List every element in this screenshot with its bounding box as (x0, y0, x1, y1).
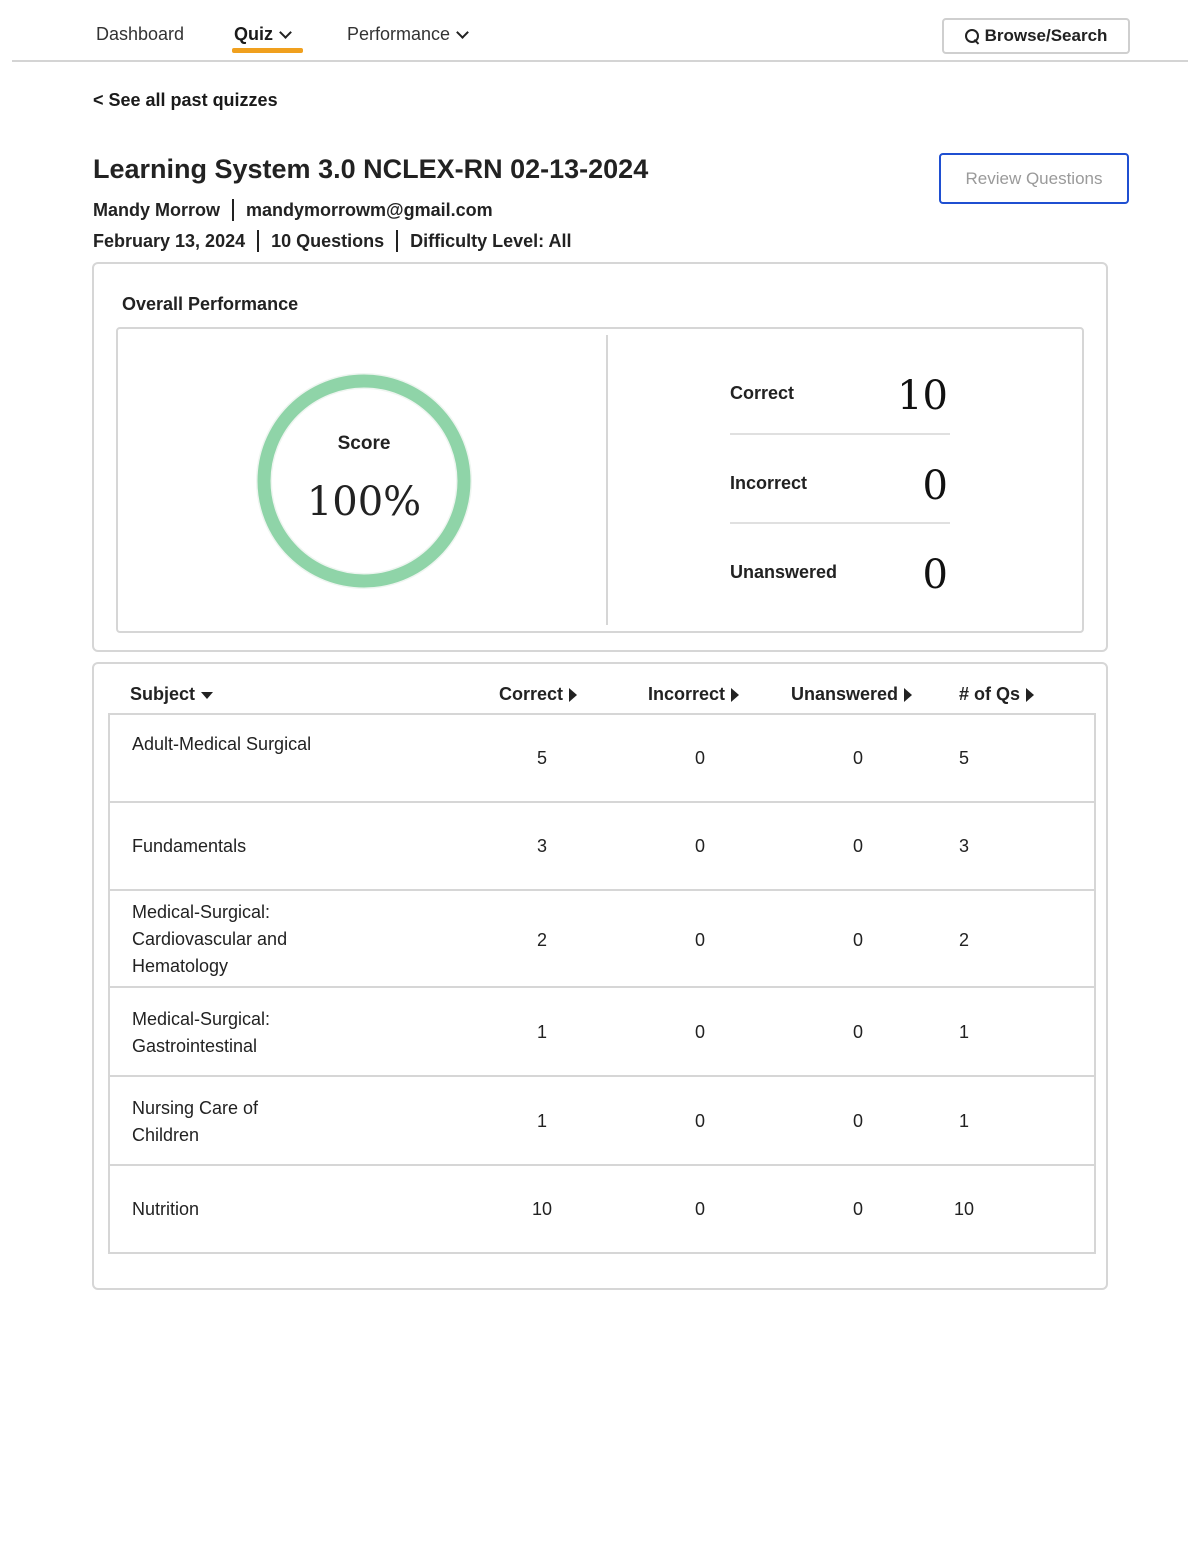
incorrect-label: Incorrect (730, 473, 808, 493)
quiz-question-count: 10 Questions (271, 230, 385, 251)
user-info: Mandy Morrow mandymorrowm@gmail.com (93, 199, 493, 221)
correct-cell: 1 (536, 1022, 547, 1042)
correct-stat: Correct 10 (730, 365, 950, 425)
column-header-correct-label: Correct (499, 684, 564, 704)
incorrect-cell: 0 (694, 836, 705, 856)
unanswered-cell: 0 (852, 1111, 863, 1131)
nav-performance-label: Performance (347, 24, 451, 44)
incorrect-cell: 0 (694, 1111, 705, 1131)
nav-dashboard-label: Dashboard (96, 24, 185, 44)
incorrect-cell: 0 (694, 930, 705, 950)
correct-cell: 5 (536, 748, 547, 768)
column-header-subject-label: Subject (130, 684, 196, 704)
browse-search-label: Browse/Search (984, 26, 1108, 45)
chevron-down-icon (279, 25, 292, 39)
subject-cell: Nursing Care of Children (132, 1098, 259, 1145)
table-row: Adult-Medical Surgical 5 0 0 5 (110, 715, 1094, 803)
subject-cell: Medical-Surgical: Gastrointestinal (132, 1009, 271, 1056)
active-tab-indicator (232, 48, 303, 53)
overall-performance-card: Overall Performance Score 100% Correct 1… (92, 262, 1108, 652)
incorrect-cell: 0 (694, 1199, 705, 1219)
unanswered-stat: Unanswered 0 (730, 544, 950, 604)
column-header-num-qs[interactable]: # of Qs (959, 684, 1035, 705)
table-row: Fundamentals 3 0 0 3 (110, 803, 1094, 891)
user-name: Mandy Morrow (93, 199, 221, 220)
column-header-unanswered-label: Unanswered (791, 684, 899, 704)
sort-icon (569, 687, 578, 702)
column-header-correct[interactable]: Correct (499, 684, 578, 705)
correct-value: 10 (897, 373, 948, 419)
subject-cell: Fundamentals (132, 836, 247, 856)
chevron-down-icon (456, 25, 469, 39)
correct-cell: 1 (536, 1111, 547, 1131)
unanswered-cell: 0 (852, 930, 863, 950)
score-value: 100% (306, 479, 422, 525)
quiz-difficulty: Difficulty Level: All (410, 230, 572, 251)
unanswered-value: 0 (922, 552, 948, 598)
see-all-past-quizzes-link[interactable]: < See all past quizzes (93, 90, 278, 111)
quiz-info: February 13, 2024 10 Questions Difficult… (93, 230, 572, 252)
subject-cell: Adult-Medical Surgical (132, 734, 312, 754)
nav-performance[interactable]: Performance (347, 24, 469, 45)
incorrect-stat: Incorrect 0 (730, 455, 950, 515)
column-header-unanswered[interactable]: Unanswered (791, 684, 913, 705)
unanswered-cell: 0 (852, 1022, 863, 1042)
incorrect-value: 0 (922, 463, 948, 509)
search-icon (964, 29, 979, 43)
quiz-date: February 13, 2024 (93, 230, 246, 251)
correct-label: Correct (730, 383, 795, 403)
overall-performance-title: Overall Performance (122, 294, 299, 314)
review-questions-button[interactable]: Review Questions (939, 153, 1129, 204)
score-label: Score (337, 433, 391, 454)
nav-quiz-label: Quiz (234, 24, 273, 44)
subject-cell: Nutrition (132, 1199, 200, 1219)
subject-cell: Medical-Surgical: Cardiovascular and Hem… (132, 902, 288, 976)
vertical-divider (606, 335, 608, 625)
divider (257, 230, 260, 252)
column-header-subject[interactable]: Subject (130, 684, 214, 705)
nav-dashboard[interactable]: Dashboard (96, 24, 184, 45)
unanswered-cell: 0 (852, 1199, 863, 1219)
correct-cell: 2 (536, 930, 547, 950)
divider (396, 230, 399, 252)
column-header-num-qs-label: # of Qs (959, 684, 1021, 704)
performance-summary: Score 100% Correct 10 Incorrect 0 Unansw… (116, 327, 1084, 633)
sort-icon (904, 687, 913, 702)
top-navigation: Dashboard Quiz Performance Browse/Search (12, 0, 1188, 62)
browse-search-button[interactable]: Browse/Search (942, 18, 1130, 54)
page-title: Learning System 3.0 NCLEX-RN 02-13-2024 (93, 154, 649, 184)
num-qs-cell: 1 (958, 1022, 969, 1042)
column-header-incorrect-label: Incorrect (648, 684, 726, 704)
num-qs-cell: 1 (958, 1111, 969, 1131)
subject-breakdown-card: Subject Correct Incorrect Unanswered # o… (92, 662, 1108, 1290)
stat-divider (730, 522, 950, 524)
user-email: mandymorrowm@gmail.com (246, 199, 493, 220)
num-qs-cell: 3 (958, 836, 969, 856)
table-row: Nutrition 10 0 0 10 (110, 1166, 1094, 1252)
num-qs-cell: 5 (958, 748, 969, 768)
subject-table: Adult-Medical Surgical 5 0 0 5 Fundament… (108, 713, 1096, 1254)
table-row: Medical-Surgical: Gastrointestinal 1 0 0… (110, 988, 1094, 1077)
incorrect-cell: 0 (694, 748, 705, 768)
table-row: Medical-Surgical: Cardiovascular and Hem… (110, 891, 1094, 988)
unanswered-label: Unanswered (730, 562, 838, 582)
correct-cell: 3 (536, 836, 547, 856)
unanswered-cell: 0 (852, 748, 863, 768)
sort-down-icon (201, 692, 214, 699)
incorrect-cell: 0 (694, 1022, 705, 1042)
stat-divider (730, 433, 950, 435)
column-header-incorrect[interactable]: Incorrect (648, 684, 740, 705)
num-qs-cell: 10 (953, 1199, 975, 1219)
correct-cell: 10 (531, 1199, 553, 1219)
unanswered-cell: 0 (852, 836, 863, 856)
sort-icon (731, 687, 740, 702)
num-qs-cell: 2 (958, 930, 969, 950)
sort-icon (1026, 687, 1035, 702)
table-row: Nursing Care of Children 1 0 0 1 (110, 1077, 1094, 1166)
divider (232, 199, 235, 221)
nav-quiz[interactable]: Quiz (234, 24, 292, 45)
